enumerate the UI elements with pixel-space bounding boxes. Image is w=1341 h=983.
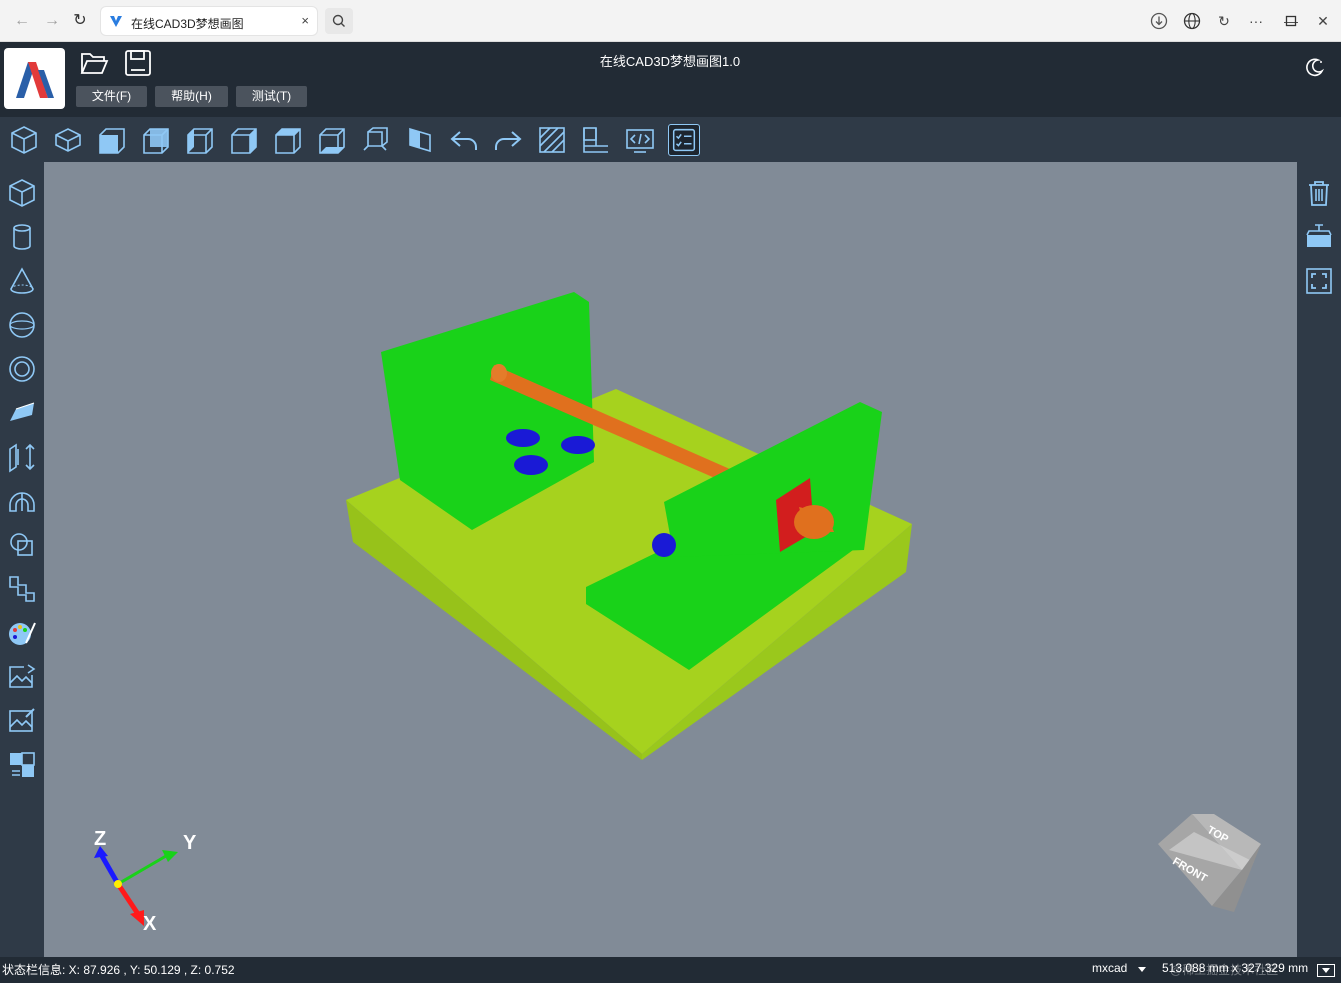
- y-axis: [117, 854, 167, 886]
- view-front-icon[interactable]: [96, 124, 128, 156]
- axis-gizmo: Z Y X: [94, 828, 197, 935]
- image-edit-icon[interactable]: [6, 705, 38, 737]
- axis-label-y: Y: [183, 832, 197, 854]
- download-button[interactable]: [1149, 11, 1169, 31]
- save-icon: [125, 50, 151, 76]
- download-icon: [1150, 12, 1168, 30]
- hole-4: [652, 533, 676, 557]
- hatch-icon[interactable]: [536, 124, 568, 156]
- theme-toggle-button[interactable]: [1304, 56, 1326, 78]
- wedge-icon[interactable]: [6, 397, 38, 429]
- material-icon[interactable]: [6, 617, 38, 649]
- refresh-page-button[interactable]: ↻: [1214, 11, 1234, 31]
- maximize-icon: [1285, 15, 1297, 27]
- hole-1: [506, 429, 540, 447]
- view-right-icon[interactable]: [228, 124, 260, 156]
- view-left-icon[interactable]: [184, 124, 216, 156]
- more-button[interactable]: ···: [1246, 11, 1266, 31]
- watermark: @稀土掘金技术社区: [1170, 963, 1279, 977]
- status-bar: 状态栏信息: X: 87.926 , Y: 50.129 , Z: 0.752 …: [0, 957, 1341, 983]
- texture-icon[interactable]: [6, 749, 38, 781]
- menu-help[interactable]: 帮助(H): [155, 86, 228, 107]
- app-favicon-icon: [110, 16, 122, 27]
- undo-icon[interactable]: [448, 124, 480, 156]
- browser-bar: ← → ↻ 在线CAD3D梦想画图 × ↻ ··· — ✕: [0, 0, 1341, 42]
- view-cube[interactable]: TOP FRONT: [1158, 814, 1261, 912]
- back-button[interactable]: ←: [12, 11, 32, 31]
- menu-file[interactable]: 文件(F): [76, 86, 147, 107]
- x-arrow-head: [130, 910, 144, 926]
- search-button[interactable]: [325, 8, 353, 34]
- app-logo: [4, 48, 65, 109]
- code-icon[interactable]: [624, 124, 656, 156]
- view-top-icon[interactable]: [272, 124, 304, 156]
- maximize-button[interactable]: [1281, 11, 1301, 31]
- delete-icon[interactable]: [1303, 177, 1335, 209]
- 3d-viewport[interactable]: Z Y X TOP FRONT: [44, 162, 1297, 957]
- dropdown-chevron-icon[interactable]: [1317, 964, 1335, 977]
- cone-icon[interactable]: [6, 265, 38, 297]
- tab-close-button[interactable]: ×: [301, 13, 309, 28]
- checklist-icon[interactable]: [668, 124, 700, 156]
- view-bottom-icon[interactable]: [316, 124, 348, 156]
- hole-2: [561, 436, 595, 454]
- x-axis: [115, 882, 141, 916]
- view-iso-icon[interactable]: [8, 124, 40, 156]
- hole-3: [514, 455, 548, 475]
- torus-icon[interactable]: [6, 353, 38, 385]
- layout-icon[interactable]: [580, 124, 612, 156]
- z-axis: [99, 854, 121, 886]
- view-toolbar: [0, 117, 1341, 162]
- view-iso2-icon[interactable]: [52, 124, 84, 156]
- globe-button[interactable]: [1182, 11, 1202, 31]
- tab-title: 在线CAD3D梦想画图: [131, 17, 244, 31]
- rod-end-back: [491, 364, 507, 382]
- save-file-button[interactable]: [123, 48, 153, 78]
- reload-button[interactable]: ↻: [70, 11, 90, 31]
- status-info: 状态栏信息: X: 87.926 , Y: 50.129 , Z: 0.752: [2, 963, 235, 977]
- app-header: 文件(F) 帮助(H) 测试(T) 在线CAD3D梦想画图1.0: [0, 42, 1341, 117]
- extrude-icon[interactable]: [6, 441, 38, 473]
- redo-icon[interactable]: [492, 124, 524, 156]
- chevron-down-icon[interactable]: [1137, 966, 1147, 974]
- axis-label-x: X: [143, 913, 157, 935]
- browser-tab[interactable]: 在线CAD3D梦想画图 ×: [100, 6, 318, 36]
- revolve-icon[interactable]: [6, 485, 38, 517]
- globe-icon: [1183, 12, 1201, 30]
- rod-end-front: [794, 505, 834, 539]
- view-back-icon[interactable]: [140, 124, 172, 156]
- brand-selector[interactable]: mxcad: [1092, 961, 1127, 975]
- cylinder-icon[interactable]: [6, 221, 38, 253]
- sphere-icon[interactable]: [6, 309, 38, 341]
- right-toolbar: [1297, 162, 1341, 957]
- menu-test[interactable]: 测试(T): [236, 86, 307, 107]
- fullscreen-icon[interactable]: [1303, 265, 1335, 297]
- left-toolbar: [0, 162, 44, 957]
- forward-button[interactable]: →: [42, 11, 62, 31]
- search-icon: [332, 14, 345, 27]
- sweep-icon[interactable]: [6, 573, 38, 605]
- clear-icon[interactable]: [1303, 221, 1335, 253]
- folder-open-icon: [80, 53, 109, 74]
- open-file-button[interactable]: [79, 48, 109, 78]
- close-window-button[interactable]: ✕: [1313, 11, 1333, 31]
- view-fit-icon[interactable]: [360, 124, 392, 156]
- image-icon[interactable]: [6, 661, 38, 693]
- logo-icon: [16, 62, 54, 98]
- box-icon[interactable]: [6, 177, 38, 209]
- section-icon[interactable]: [404, 124, 436, 156]
- boolean-icon[interactable]: [6, 529, 38, 561]
- scene-canvas[interactable]: Z Y X TOP FRONT: [44, 162, 1297, 957]
- axis-origin: [114, 880, 122, 888]
- axis-label-z: Z: [94, 828, 106, 850]
- app-title: 在线CAD3D梦想画图1.0: [599, 54, 741, 69]
- moon-icon: [1306, 58, 1325, 77]
